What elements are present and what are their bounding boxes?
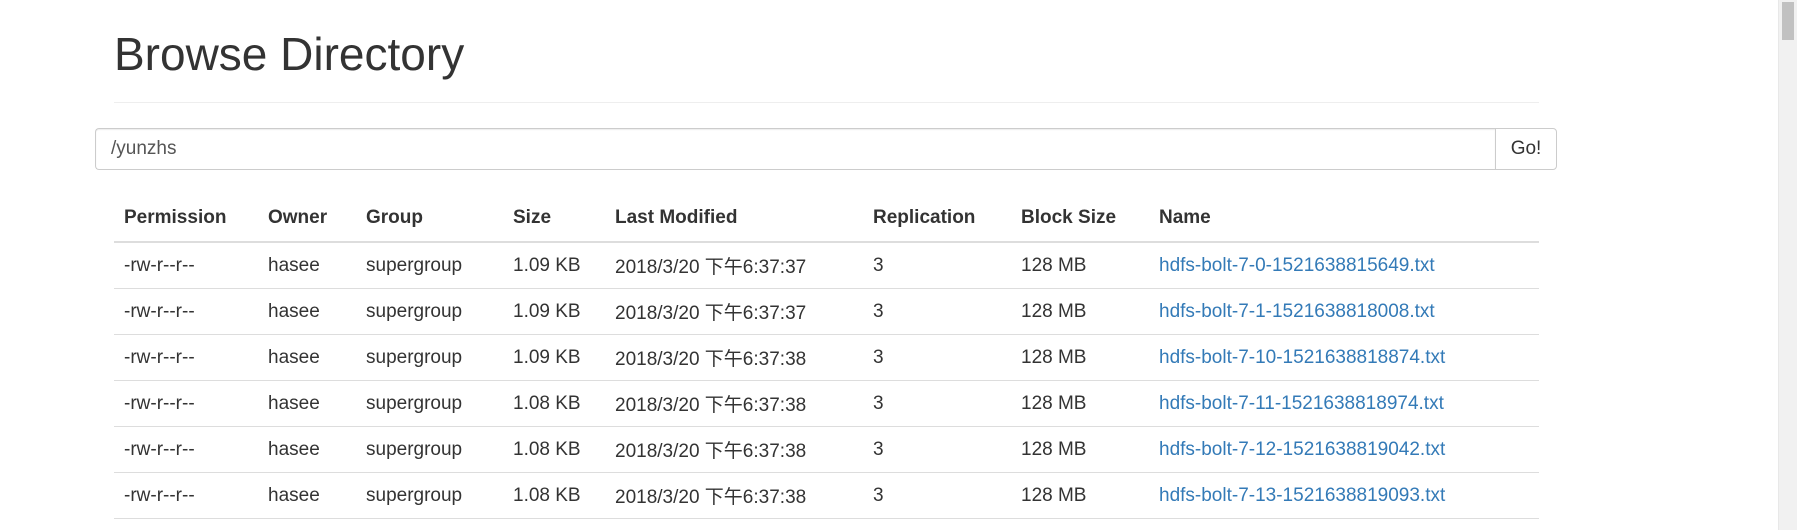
file-link[interactable]: hdfs-bolt-7-12-1521638819042.txt [1159, 439, 1445, 460]
column-header-permission[interactable]: Permission [114, 195, 258, 243]
cell-owner: hasee [258, 334, 356, 381]
scrollbar-thumb[interactable] [1782, 2, 1794, 40]
cell-replication: 3 [863, 288, 1011, 335]
cell-block-size: 128 MB [1011, 334, 1149, 381]
cell-group: supergroup [356, 334, 503, 381]
cell-permission: -rw-r--r-- [114, 426, 258, 473]
file-table: Permission Owner Group Size Last Modifie… [114, 195, 1539, 519]
cell-name: hdfs-bolt-7-13-1521638819093.txt [1149, 472, 1539, 519]
cell-name: hdfs-bolt-7-10-1521638818874.txt [1149, 334, 1539, 381]
file-link[interactable]: hdfs-bolt-7-0-1521638815649.txt [1159, 255, 1435, 276]
cell-replication: 3 [863, 426, 1011, 473]
file-link[interactable]: hdfs-bolt-7-13-1521638819093.txt [1159, 485, 1445, 506]
path-input[interactable] [95, 128, 1495, 170]
path-form: Go! [95, 128, 1557, 170]
table-row: -rw-r--r-- hasee supergroup 1.09 KB 2018… [114, 334, 1539, 381]
cell-block-size: 128 MB [1011, 472, 1149, 519]
cell-block-size: 128 MB [1011, 288, 1149, 335]
cell-group: supergroup [356, 242, 503, 289]
table-row: -rw-r--r-- hasee supergroup 1.08 KB 2018… [114, 472, 1539, 519]
cell-owner: hasee [258, 380, 356, 427]
cell-block-size: 128 MB [1011, 380, 1149, 427]
column-header-replication[interactable]: Replication [863, 195, 1011, 243]
cell-owner: hasee [258, 242, 356, 289]
cell-replication: 3 [863, 242, 1011, 289]
column-header-owner[interactable]: Owner [258, 195, 356, 243]
cell-last-modified: 2018/3/20 下午6:37:38 [605, 426, 863, 473]
cell-block-size: 128 MB [1011, 426, 1149, 473]
column-header-block-size[interactable]: Block Size [1011, 195, 1149, 243]
column-header-last-modified[interactable]: Last Modified [605, 195, 863, 243]
cell-size: 1.08 KB [503, 472, 605, 519]
cell-size: 1.08 KB [503, 426, 605, 473]
cell-permission: -rw-r--r-- [114, 380, 258, 427]
file-link[interactable]: hdfs-bolt-7-11-1521638818974.txt [1159, 393, 1444, 414]
table-header-row: Permission Owner Group Size Last Modifie… [114, 195, 1539, 243]
cell-size: 1.08 KB [503, 380, 605, 427]
cell-owner: hasee [258, 426, 356, 473]
cell-permission: -rw-r--r-- [114, 334, 258, 381]
cell-last-modified: 2018/3/20 下午6:37:37 [605, 242, 863, 289]
cell-permission: -rw-r--r-- [114, 472, 258, 519]
column-header-group[interactable]: Group [356, 195, 503, 243]
column-header-size[interactable]: Size [503, 195, 605, 243]
page-header: Browse Directory [114, 26, 1539, 103]
table-row: -rw-r--r-- hasee supergroup 1.08 KB 2018… [114, 380, 1539, 427]
file-link[interactable]: hdfs-bolt-7-1-1521638818008.txt [1159, 301, 1435, 322]
cell-group: supergroup [356, 288, 503, 335]
table-row: -rw-r--r-- hasee supergroup 1.09 KB 2018… [114, 242, 1539, 289]
cell-size: 1.09 KB [503, 334, 605, 381]
cell-block-size: 128 MB [1011, 242, 1149, 289]
cell-size: 1.09 KB [503, 288, 605, 335]
file-link[interactable]: hdfs-bolt-7-10-1521638818874.txt [1159, 347, 1445, 368]
cell-group: supergroup [356, 472, 503, 519]
table-row: -rw-r--r-- hasee supergroup 1.08 KB 2018… [114, 426, 1539, 473]
cell-size: 1.09 KB [503, 242, 605, 289]
cell-owner: hasee [258, 472, 356, 519]
page-title: Browse Directory [114, 28, 465, 80]
cell-last-modified: 2018/3/20 下午6:37:38 [605, 472, 863, 519]
cell-group: supergroup [356, 426, 503, 473]
cell-replication: 3 [863, 472, 1011, 519]
cell-owner: hasee [258, 288, 356, 335]
cell-permission: -rw-r--r-- [114, 242, 258, 289]
cell-last-modified: 2018/3/20 下午6:37:38 [605, 380, 863, 427]
cell-replication: 3 [863, 380, 1011, 427]
cell-name: hdfs-bolt-7-11-1521638818974.txt [1149, 380, 1539, 427]
page: Browse Directory Go! Permission Owner Gr… [0, 0, 1797, 530]
cell-name: hdfs-bolt-7-1-1521638818008.txt [1149, 288, 1539, 335]
cell-replication: 3 [863, 334, 1011, 381]
cell-permission: -rw-r--r-- [114, 288, 258, 335]
vertical-scrollbar[interactable] [1778, 0, 1797, 530]
cell-last-modified: 2018/3/20 下午6:37:38 [605, 334, 863, 381]
go-button[interactable]: Go! [1495, 128, 1557, 170]
column-header-name[interactable]: Name [1149, 195, 1539, 243]
cell-group: supergroup [356, 380, 503, 427]
cell-last-modified: 2018/3/20 下午6:37:37 [605, 288, 863, 335]
table-row: -rw-r--r-- hasee supergroup 1.09 KB 2018… [114, 288, 1539, 335]
cell-name: hdfs-bolt-7-0-1521638815649.txt [1149, 242, 1539, 289]
cell-name: hdfs-bolt-7-12-1521638819042.txt [1149, 426, 1539, 473]
